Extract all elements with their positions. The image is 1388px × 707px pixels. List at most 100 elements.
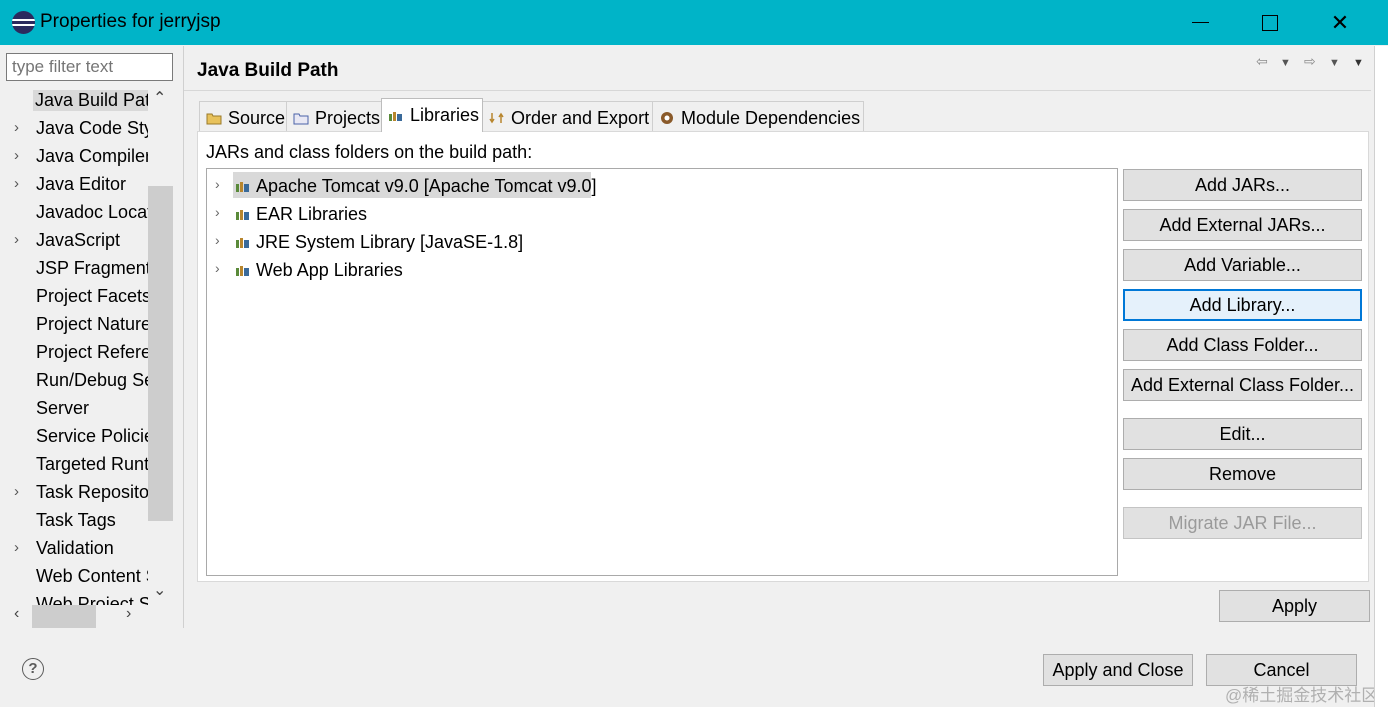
- module-icon: [661, 112, 673, 124]
- add-variable-button[interactable]: Add Variable...: [1123, 249, 1362, 281]
- nav-item[interactable]: Project Facets: [0, 282, 148, 310]
- nav-item-label: Java Build Path: [33, 90, 148, 111]
- help-icon[interactable]: ?: [22, 658, 44, 680]
- add-external-jars-button[interactable]: Add External JARs...: [1123, 209, 1362, 241]
- migrate-jar-button[interactable]: Migrate JAR File...: [1123, 507, 1362, 539]
- nav-item[interactable]: Javadoc Location: [0, 198, 148, 226]
- library-icon: [236, 182, 249, 192]
- minimize-button[interactable]: [1165, 0, 1235, 45]
- nav-item[interactable]: › Java Editor: [0, 170, 148, 198]
- source-folder-icon: [206, 113, 222, 125]
- window-title: Properties for jerryjsp: [40, 11, 221, 32]
- chevron-right-icon[interactable]: ›: [14, 539, 28, 556]
- maximize-icon: [1262, 14, 1278, 31]
- order-export-icon: [489, 112, 504, 124]
- nav-item[interactable]: Java Build Path: [0, 86, 148, 114]
- nav-item[interactable]: › Validation: [0, 534, 148, 562]
- nav-item[interactable]: › Task Repository: [0, 478, 148, 506]
- chevron-right-icon[interactable]: ›: [14, 483, 28, 500]
- background-window-edge: [1374, 46, 1388, 707]
- nav-item[interactable]: JSP Fragment: [0, 254, 148, 282]
- library-row[interactable]: › JRE System Library [JavaSE-1.8]: [207, 227, 1107, 255]
- nav-item-label: Web Content Settings: [36, 566, 148, 586]
- back-arrow-icon[interactable]: ⇦: [1256, 53, 1268, 70]
- nav-item[interactable]: Server: [0, 394, 148, 422]
- nav-item[interactable]: Task Tags: [0, 506, 148, 534]
- projects-icon: [293, 113, 309, 125]
- add-library-button[interactable]: Add Library...: [1123, 289, 1362, 321]
- tab-label: Module Dependencies: [681, 108, 861, 128]
- tab-projects[interactable]: Projects: [286, 101, 382, 131]
- nav-item[interactable]: › Java Compiler: [0, 142, 148, 170]
- nav-item[interactable]: Web Content Settings: [0, 562, 148, 590]
- add-jars-button[interactable]: Add JARs...: [1123, 169, 1362, 201]
- scroll-right-icon[interactable]: ›: [126, 605, 131, 623]
- maximize-button[interactable]: [1235, 0, 1305, 45]
- close-icon: ✕: [1330, 9, 1350, 35]
- nav-item[interactable]: Targeted Runtimes: [0, 450, 148, 478]
- chevron-right-icon[interactable]: ›: [14, 231, 28, 248]
- scroll-thumb[interactable]: [148, 186, 173, 521]
- nav-item-label: Project Natures: [36, 314, 148, 334]
- hscroll-thumb[interactable]: [32, 605, 96, 628]
- nav-item[interactable]: › Java Code Style: [0, 114, 148, 142]
- library-row[interactable]: › EAR Libraries: [207, 199, 1107, 227]
- chevron-right-icon[interactable]: ›: [215, 232, 220, 248]
- nav-item[interactable]: › JavaScript: [0, 226, 148, 254]
- nav-item[interactable]: Service Policies: [0, 422, 148, 450]
- chevron-right-icon[interactable]: ›: [215, 204, 220, 220]
- nav-item-label: Server: [36, 398, 90, 418]
- tab-module-dependencies[interactable]: Module Dependencies: [652, 101, 864, 131]
- header-separator: [184, 90, 1371, 91]
- library-icon: [236, 266, 249, 276]
- watermark: @稀土掘金技术社区: [1225, 686, 1379, 705]
- nav-item[interactable]: Web Project Settings: [0, 590, 148, 606]
- chevron-right-icon[interactable]: ›: [14, 175, 28, 192]
- library-row[interactable]: › Apache Tomcat v9.0 [Apache Tomcat v9.0]: [207, 171, 1107, 199]
- nav-item-label: Task Repository: [36, 482, 148, 502]
- nav-item-label: Project Facets: [36, 286, 148, 306]
- tab-source[interactable]: Source: [199, 101, 287, 131]
- chevron-right-icon[interactable]: ›: [215, 176, 220, 192]
- nav-item[interactable]: Project References: [0, 338, 148, 366]
- library-icon: [236, 210, 249, 220]
- apply-button[interactable]: Apply: [1219, 590, 1370, 622]
- nav-item-label: Project References: [36, 342, 148, 362]
- libraries-panel: JARs and class folders on the build path…: [197, 131, 1369, 582]
- tab-order-and-export[interactable]: Order and Export: [482, 101, 653, 131]
- nav-item[interactable]: Project Natures: [0, 310, 148, 338]
- scroll-down-icon[interactable]: ⌄: [153, 580, 166, 600]
- pane-divider[interactable]: [183, 46, 184, 628]
- library-label: JRE System Library [JavaSE-1.8]: [256, 232, 524, 252]
- library-label: Web App Libraries: [256, 260, 403, 280]
- vertical-scrollbar[interactable]: ⌃ ⌄: [148, 86, 173, 606]
- forward-arrow-icon[interactable]: ⇨: [1304, 53, 1316, 70]
- chevron-right-icon[interactable]: ›: [14, 119, 28, 136]
- remove-button[interactable]: Remove: [1123, 458, 1362, 490]
- library-icon: [236, 238, 249, 248]
- forward-dropdown-icon[interactable]: ▼: [1329, 57, 1340, 69]
- tab-libraries[interactable]: Libraries: [381, 98, 483, 132]
- chevron-right-icon[interactable]: ›: [14, 147, 28, 164]
- add-class-folder-button[interactable]: Add Class Folder...: [1123, 329, 1362, 361]
- nav-item-label: JavaScript: [36, 230, 121, 250]
- library-label: EAR Libraries: [256, 204, 368, 224]
- scroll-up-icon[interactable]: ⌃: [153, 88, 166, 108]
- nav-item-label: Run/Debug Settings: [36, 370, 148, 390]
- scroll-left-icon[interactable]: ‹: [14, 605, 19, 623]
- edit-button[interactable]: Edit...: [1123, 418, 1362, 450]
- horizontal-scrollbar[interactable]: ‹ ›: [6, 605, 148, 628]
- add-external-class-folder-button[interactable]: Add External Class Folder...: [1123, 369, 1362, 401]
- view-menu-icon[interactable]: ▼: [1353, 57, 1364, 69]
- nav-item-label: Java Editor: [36, 174, 127, 194]
- library-tree[interactable]: › Apache Tomcat v9.0 [Apache Tomcat v9.0]…: [206, 168, 1118, 576]
- minimize-icon: [1191, 22, 1209, 23]
- nav-item[interactable]: Run/Debug Settings: [0, 366, 148, 394]
- close-button[interactable]: ✕: [1305, 0, 1375, 45]
- apply-and-close-button[interactable]: Apply and Close: [1043, 654, 1193, 686]
- filter-input[interactable]: [6, 53, 173, 81]
- chevron-right-icon[interactable]: ›: [215, 260, 220, 276]
- tab-label: Projects: [315, 108, 381, 128]
- back-dropdown-icon[interactable]: ▼: [1280, 57, 1291, 69]
- library-row[interactable]: › Web App Libraries: [207, 255, 1107, 283]
